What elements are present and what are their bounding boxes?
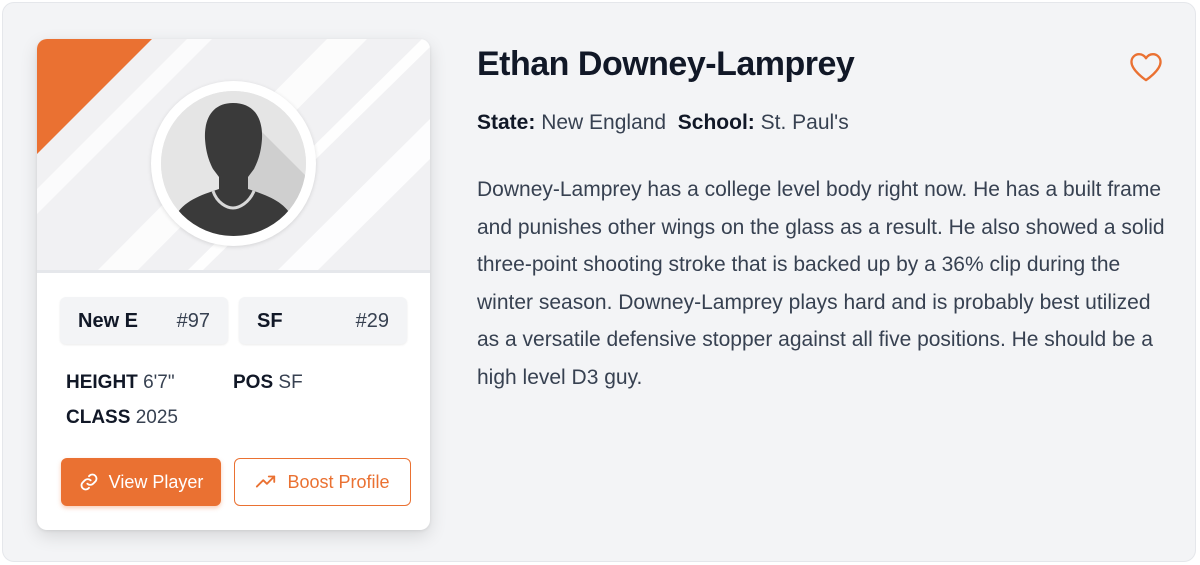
person-silhouette-icon: [161, 91, 306, 236]
class-label: CLASS: [66, 407, 131, 428]
state-label: State:: [477, 111, 536, 134]
player-name: Ethan Downey-Lamprey: [477, 45, 855, 83]
height-value: 6'7": [143, 372, 175, 393]
pos-value: SF: [278, 372, 303, 393]
view-player-label: View Player: [108, 471, 204, 492]
class-info: CLASS 2025: [66, 407, 178, 429]
height-info: HEIGHT 6'7": [66, 372, 175, 394]
position-info: POS SF: [233, 372, 303, 394]
avatar-frame: [151, 81, 316, 246]
boost-profile-label: Boost Profile: [287, 471, 390, 492]
ranking-label: New E: [78, 310, 139, 332]
pos-label: POS: [233, 372, 274, 393]
ranking-chip-position: SF #29: [239, 297, 407, 344]
boost-profile-button[interactable]: Boost Profile: [234, 458, 411, 506]
trending-up-icon: [256, 475, 276, 488]
player-meta: State: New England School: St. Paul's: [477, 111, 849, 135]
view-player-button[interactable]: View Player: [61, 458, 221, 506]
ranking-chip-region: New E #97: [60, 297, 228, 344]
class-value: 2025: [135, 407, 178, 428]
height-label: HEIGHT: [66, 372, 138, 393]
school-value: St. Paul's: [760, 111, 849, 134]
ranking-value: #97: [176, 310, 210, 332]
player-card: New E #97 SF #29 HEIGHT 6'7" POS SF CLAS…: [37, 39, 430, 530]
heart-icon[interactable]: [1128, 51, 1164, 83]
banner-divider: [37, 270, 430, 273]
player-panel: New E #97 SF #29 HEIGHT 6'7" POS SF CLAS…: [2, 2, 1196, 562]
state-value: New England: [541, 111, 667, 134]
ranking-value: #29: [355, 310, 389, 332]
school-label: School:: [677, 111, 755, 134]
ranking-label: SF: [257, 310, 283, 332]
link-icon: [80, 473, 98, 491]
player-description: Downey-Lamprey has a college level body …: [477, 178, 1165, 389]
card-banner: [37, 39, 430, 271]
